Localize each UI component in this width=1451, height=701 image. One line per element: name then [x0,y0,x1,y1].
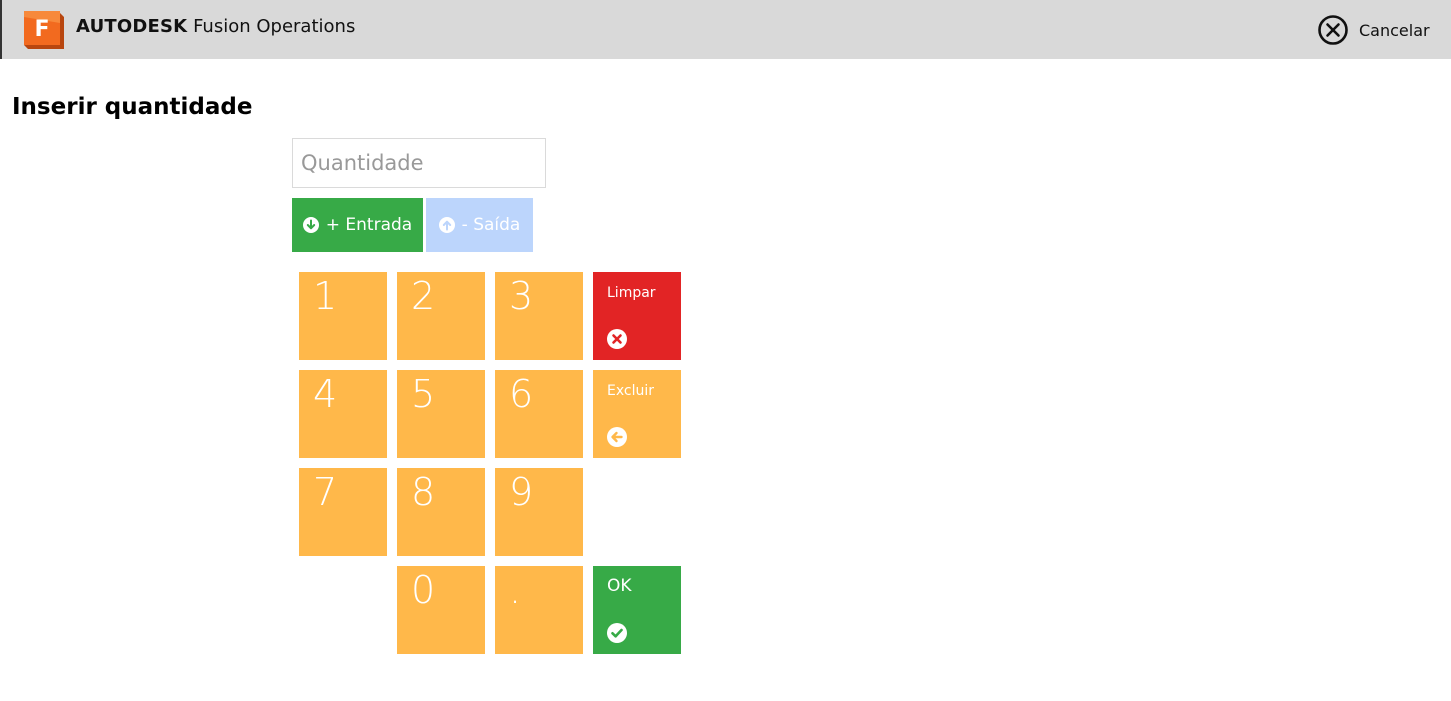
key-9[interactable]: 9 [495,468,583,556]
key-label: 5 [411,372,436,416]
delete-label: Excluir [607,383,654,399]
times-circle-icon [607,329,627,349]
key-label: . [509,568,522,612]
cancel-label: Cancelar [1359,20,1430,40]
check-circle-icon [607,623,627,643]
fusion-logo-icon: F [20,9,66,51]
key-label: 7 [313,470,338,514]
key-decimal[interactable]: . [495,566,583,654]
brand-secondary: Fusion Operations [193,16,356,37]
key-label: 2 [411,274,436,318]
key-1[interactable]: 1 [299,272,387,360]
arrow-left-circle-icon [607,427,627,447]
key-5[interactable]: 5 [397,370,485,458]
key-3[interactable]: 3 [495,272,583,360]
saida-label: - Saída [461,215,521,235]
key-2[interactable]: 2 [397,272,485,360]
key-label: 1 [313,274,338,318]
svg-text:F: F [34,17,49,42]
key-label: 4 [313,372,338,416]
key-4[interactable]: 4 [299,370,387,458]
top-bar: F AUTODESK Fusion Operations Cancelar [0,0,1451,59]
key-label: 3 [509,274,534,318]
ok-label: OK [607,576,632,596]
close-circle-icon [1318,15,1348,45]
entrada-label: + Entrada [325,215,413,235]
key-label: 0 [411,568,436,612]
key-0[interactable]: 0 [397,566,485,654]
arrow-up-circle-icon [438,217,455,233]
delete-button[interactable]: Excluir [593,370,681,458]
brand-primary: AUTODESK [76,16,188,37]
key-label: 8 [411,470,436,514]
key-6[interactable]: 6 [495,370,583,458]
entrada-button[interactable]: + Entrada [292,198,423,252]
brand-title: AUTODESK Fusion Operations [76,16,355,38]
cancel-button[interactable]: Cancelar [1318,15,1430,45]
key-label: 9 [509,470,534,514]
saida-button[interactable]: - Saída [426,198,533,252]
key-label: 6 [509,372,534,416]
key-8[interactable]: 8 [397,468,485,556]
quantity-input[interactable] [292,138,546,188]
ok-button[interactable]: OK [593,566,681,654]
page-title: Inserir quantidade [12,94,253,120]
clear-button[interactable]: Limpar [593,272,681,360]
arrow-down-circle-icon [302,217,319,233]
clear-label: Limpar [607,285,656,301]
key-7[interactable]: 7 [299,468,387,556]
